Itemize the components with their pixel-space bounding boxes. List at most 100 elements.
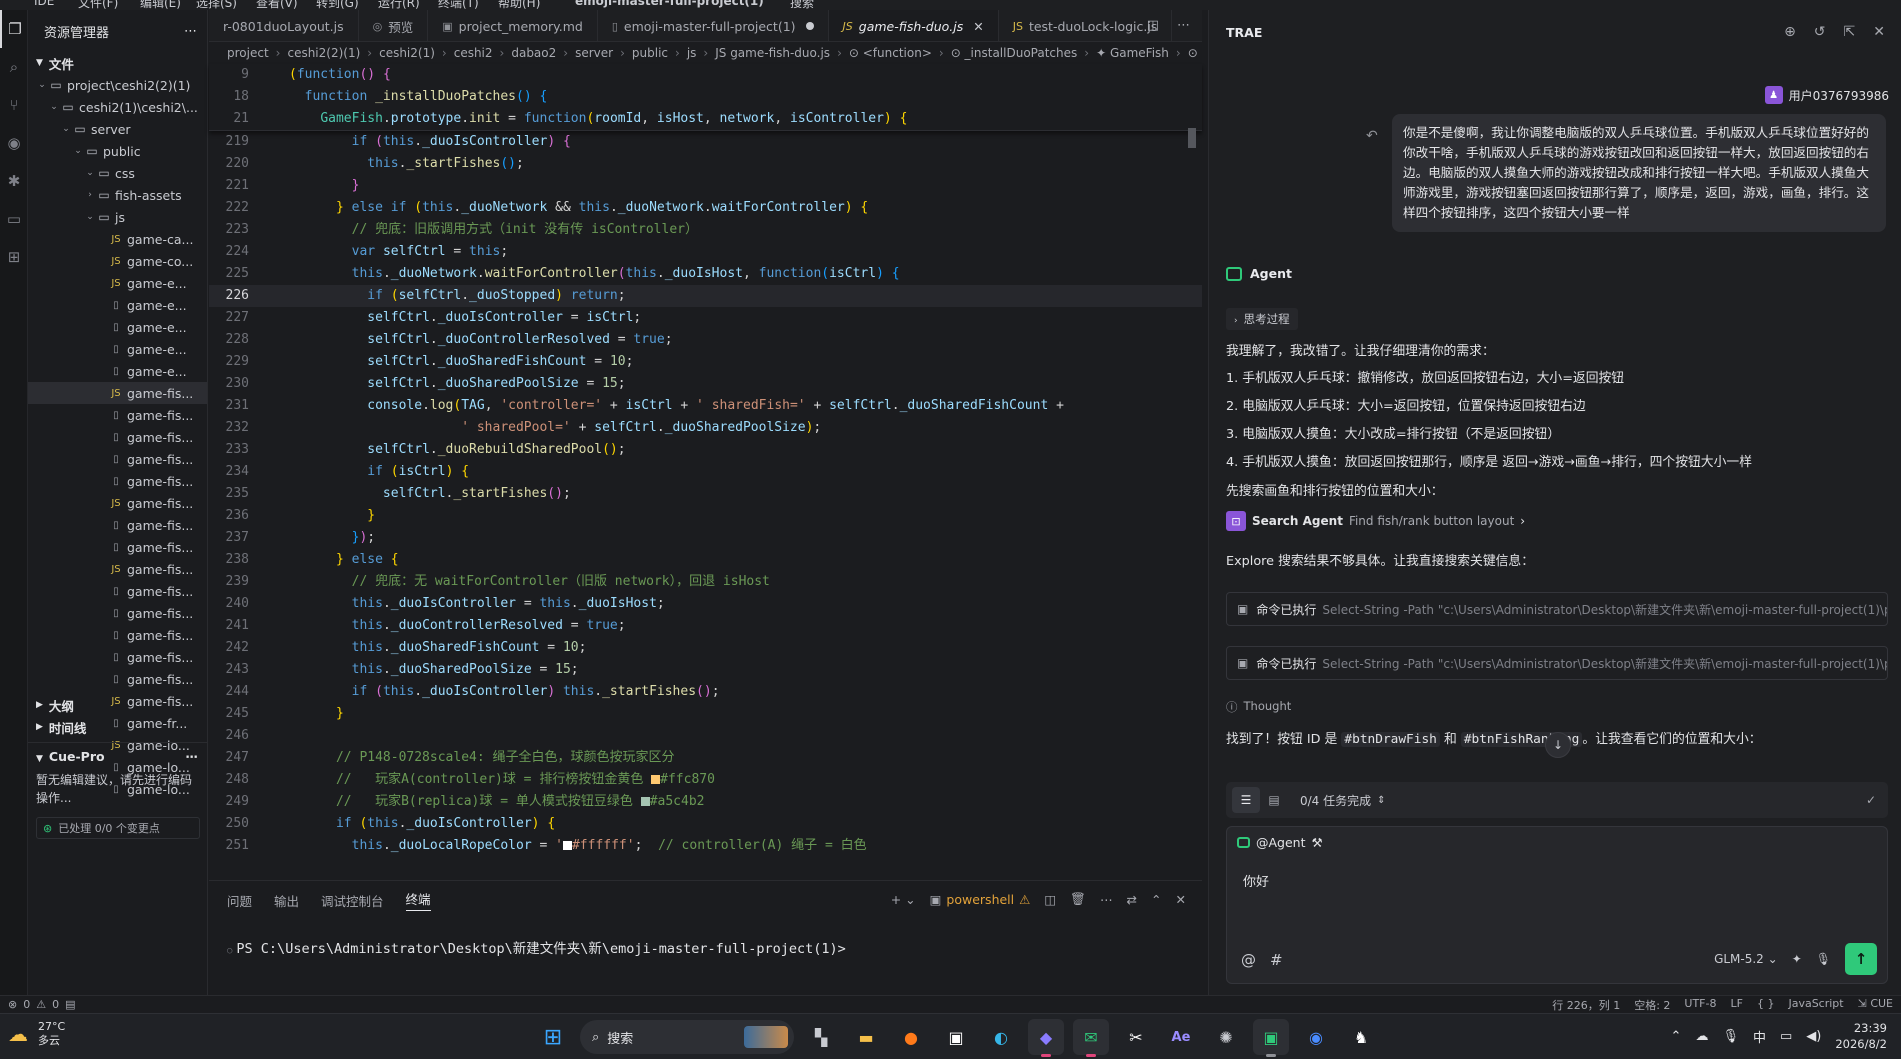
network-icon[interactable]: ▭ — [1780, 1029, 1792, 1044]
menu-view[interactable]: 查看(V) — [256, 0, 298, 10]
eye-icon[interactable]: ◉ — [0, 124, 28, 162]
code-line[interactable]: 237 }); — [209, 527, 1202, 549]
unsaved-dot-icon[interactable] — [805, 22, 814, 30]
command-result[interactable]: ▣ 命令已执行 Select-String -Path "c:\Users\Admi… — [1226, 646, 1888, 680]
open-external-icon[interactable]: ⇱ — [1844, 24, 1856, 40]
terminal-selector[interactable]: ▣ powershell ⚠ — [930, 892, 1031, 907]
close-tab-icon[interactable]: ✕ — [973, 19, 983, 34]
taskbar-search[interactable]: ⌕ 搜索 — [580, 1020, 794, 1054]
code-line[interactable]: 246 — [209, 725, 1202, 747]
task-list-icon[interactable]: ☰ — [1232, 787, 1260, 813]
code-line[interactable]: 238 } else { — [209, 549, 1202, 571]
code-view[interactable]: 9 (function() {18 function _installDuoPat… — [209, 64, 1202, 857]
start-icon[interactable]: ⊞ — [535, 1019, 571, 1055]
tools-icon[interactable]: ⚒ — [1312, 835, 1323, 850]
breadcrumb-item[interactable]: dabao2 — [511, 46, 556, 60]
code-line[interactable]: 228 selfCtrl._duoControllerResolved = tr… — [209, 329, 1202, 351]
tree-item[interactable]: ▯ game-e... — [28, 294, 207, 316]
breadcrumb-item[interactable]: ceshi2(2)(1) — [287, 46, 360, 60]
command-result[interactable]: ▣ 命令已执行 Select-String -Path "c:\Users\Admi… — [1226, 592, 1888, 626]
browser-icon[interactable]: ◉ — [1298, 1019, 1334, 1055]
tree-item[interactable]: ⌄ ▭ server — [28, 118, 207, 140]
explorer-icon[interactable]: ❐ — [0, 10, 28, 48]
history-icon[interactable]: ↺ — [1814, 24, 1826, 40]
trash-icon[interactable]: 🗑 — [1070, 891, 1086, 907]
tree-item[interactable]: ▯ game-fis... — [28, 448, 207, 470]
code-line[interactable]: 249 // 玩家B(replica)球 = 单人模式按钮豆绿色 #a5c4b2 — [209, 791, 1202, 813]
breadcrumb-item[interactable]: ceshi2(1) — [379, 46, 435, 60]
code-line[interactable]: 220 this._startFishes(); — [209, 153, 1202, 175]
task-view-icon[interactable]: ▚ — [803, 1019, 839, 1055]
cue-pro-section[interactable]: ▼ Cue-Pro ⋯ — [28, 745, 208, 767]
menu-run[interactable]: 运行(R) — [378, 0, 420, 10]
tree-item[interactable]: ▯ game-fis... — [28, 668, 207, 690]
task-count[interactable]: 0/4 任务完成 — [1300, 792, 1371, 809]
file-explorer-icon[interactable]: ▬ — [848, 1019, 884, 1055]
chat-input-box[interactable]: @Agent ⚒ 你好 @ # GLM-5.2 ⌄ ✦ 🎙 ↑ — [1226, 826, 1888, 984]
extensions-icon[interactable]: ⊞ — [0, 238, 28, 276]
microphone-icon[interactable]: 🎙 — [1722, 1029, 1739, 1044]
cue-status-item[interactable]: ⇲ CUE — [1858, 997, 1893, 1013]
code-line[interactable]: 241 this._duoControllerResolved = true; — [209, 615, 1202, 637]
code-line[interactable]: 224 var selfCtrl = this; — [209, 241, 1202, 263]
undo-icon[interactable]: ↶ — [1366, 128, 1378, 144]
new-chat-icon[interactable]: ⊕ — [1784, 24, 1796, 40]
code-line[interactable]: 233 selfCtrl._duoRebuildSharedPool(); — [209, 439, 1202, 461]
tree-item[interactable]: JS game-ca... — [28, 228, 207, 250]
cursor-position[interactable]: 行 226，列 1 — [1552, 997, 1620, 1013]
menu-select[interactable]: 选择(S) — [196, 0, 237, 10]
code-line[interactable]: 232 ' sharedPool=' + selfCtrl._duoShared… — [209, 417, 1202, 439]
code-line[interactable]: 244 if (this._duoIsController) this._sta… — [209, 681, 1202, 703]
breadcrumb-item[interactable]: ✦ GameFish — [1096, 46, 1169, 60]
qq-icon[interactable]: ♞ — [1343, 1019, 1379, 1055]
sync-icon[interactable]: ⇄ — [1127, 892, 1137, 907]
close-panel-icon[interactable]: ✕ — [1176, 892, 1186, 907]
menu-terminal[interactable]: 终端(T) — [438, 0, 479, 10]
close-icon[interactable]: ✕ — [1873, 24, 1885, 40]
breadcrumb-item[interactable]: JS game-fish-duo.js — [715, 46, 830, 60]
check-all-icon[interactable]: ✓ — [1866, 793, 1876, 807]
menu-edit[interactable]: 编辑(E) — [140, 0, 181, 10]
command-search[interactable]: 搜索 — [790, 0, 814, 10]
source-control-icon[interactable]: ⑂ — [0, 86, 28, 124]
more-icon[interactable]: ⋯ — [184, 24, 197, 39]
openai-icon[interactable]: ✺ — [1208, 1019, 1244, 1055]
code-line[interactable]: 219 if (this._duoIsController) { — [209, 131, 1202, 153]
app-icon[interactable]: ◆ — [1028, 1019, 1064, 1057]
tree-item[interactable]: ⌄ ▭ project\ceshi2(2)(1) — [28, 74, 207, 96]
tree-item[interactable]: ⌄ ▭ js — [28, 206, 207, 228]
tree-item[interactable]: ▯ game-e... — [28, 338, 207, 360]
editor-tab[interactable]: ▣ project_memory.md — [428, 10, 598, 41]
panel-tab[interactable]: 问题 — [227, 891, 252, 910]
line-ending[interactable]: LF — [1730, 997, 1742, 1013]
code-line[interactable]: 227 selfCtrl._duoIsController = isCtrl; — [209, 307, 1202, 329]
thought-label[interactable]: ⓘ Thought — [1226, 699, 1291, 715]
files-section[interactable]: ▼ 文件 — [28, 52, 207, 74]
split-editor-icon[interactable]: ◫ — [1147, 18, 1159, 33]
add-terminal-icon[interactable]: + ⌄ — [891, 892, 916, 907]
panel-tab[interactable]: 调试控制台 — [321, 891, 384, 910]
tree-item[interactable]: ⌄ ▭ css — [28, 162, 207, 184]
tree-item[interactable]: JS game-e... — [28, 272, 207, 294]
breadcrumb-item[interactable]: js — [687, 46, 697, 60]
tree-item[interactable]: ▯ game-fis... — [28, 624, 207, 646]
chat-input[interactable]: 你好 — [1243, 871, 1269, 890]
panel-tab[interactable]: 输出 — [274, 891, 299, 910]
tree-item[interactable]: ▯ game-fis... — [28, 580, 207, 602]
code-line[interactable]: 239 // 兜底：无 waitForController（旧版 network… — [209, 571, 1202, 593]
sticky-scroll-header[interactable]: 9 (function() {18 function _installDuoPat… — [209, 64, 1202, 131]
trae-icon[interactable]: ▣ — [1253, 1019, 1289, 1057]
tree-item[interactable]: ⌄ ▭ ceshi2(1)\ceshi2\... — [28, 96, 207, 118]
tree-item[interactable]: JS game-fis... — [28, 382, 207, 404]
timeline-section[interactable]: ▶ 时间线 — [28, 716, 208, 738]
terminal-app-icon[interactable]: ▣ — [938, 1019, 974, 1055]
breadcrumb-item[interactable]: ⊙ _installDuoPatches — [951, 46, 1078, 60]
tree-item[interactable]: JS game-fis... — [28, 492, 207, 514]
problems-indicator[interactable]: ⊗ 0 ⚠ 0 ▤ — [8, 998, 76, 1011]
edge-icon[interactable]: ◐ — [983, 1019, 1019, 1055]
editor-tab[interactable]: JS game-fish-duo.js ✕ — [828, 10, 999, 41]
search-agent-step[interactable]: ⊡ Search Agent Find fish/rank button layou… — [1226, 511, 1525, 531]
sparkle-icon[interactable]: ✦ — [1792, 952, 1802, 966]
editor-tab[interactable]: ◎ 预览 — [359, 10, 429, 41]
code-line[interactable]: 222 } else if (this._duoNetwork && this.… — [209, 197, 1202, 219]
